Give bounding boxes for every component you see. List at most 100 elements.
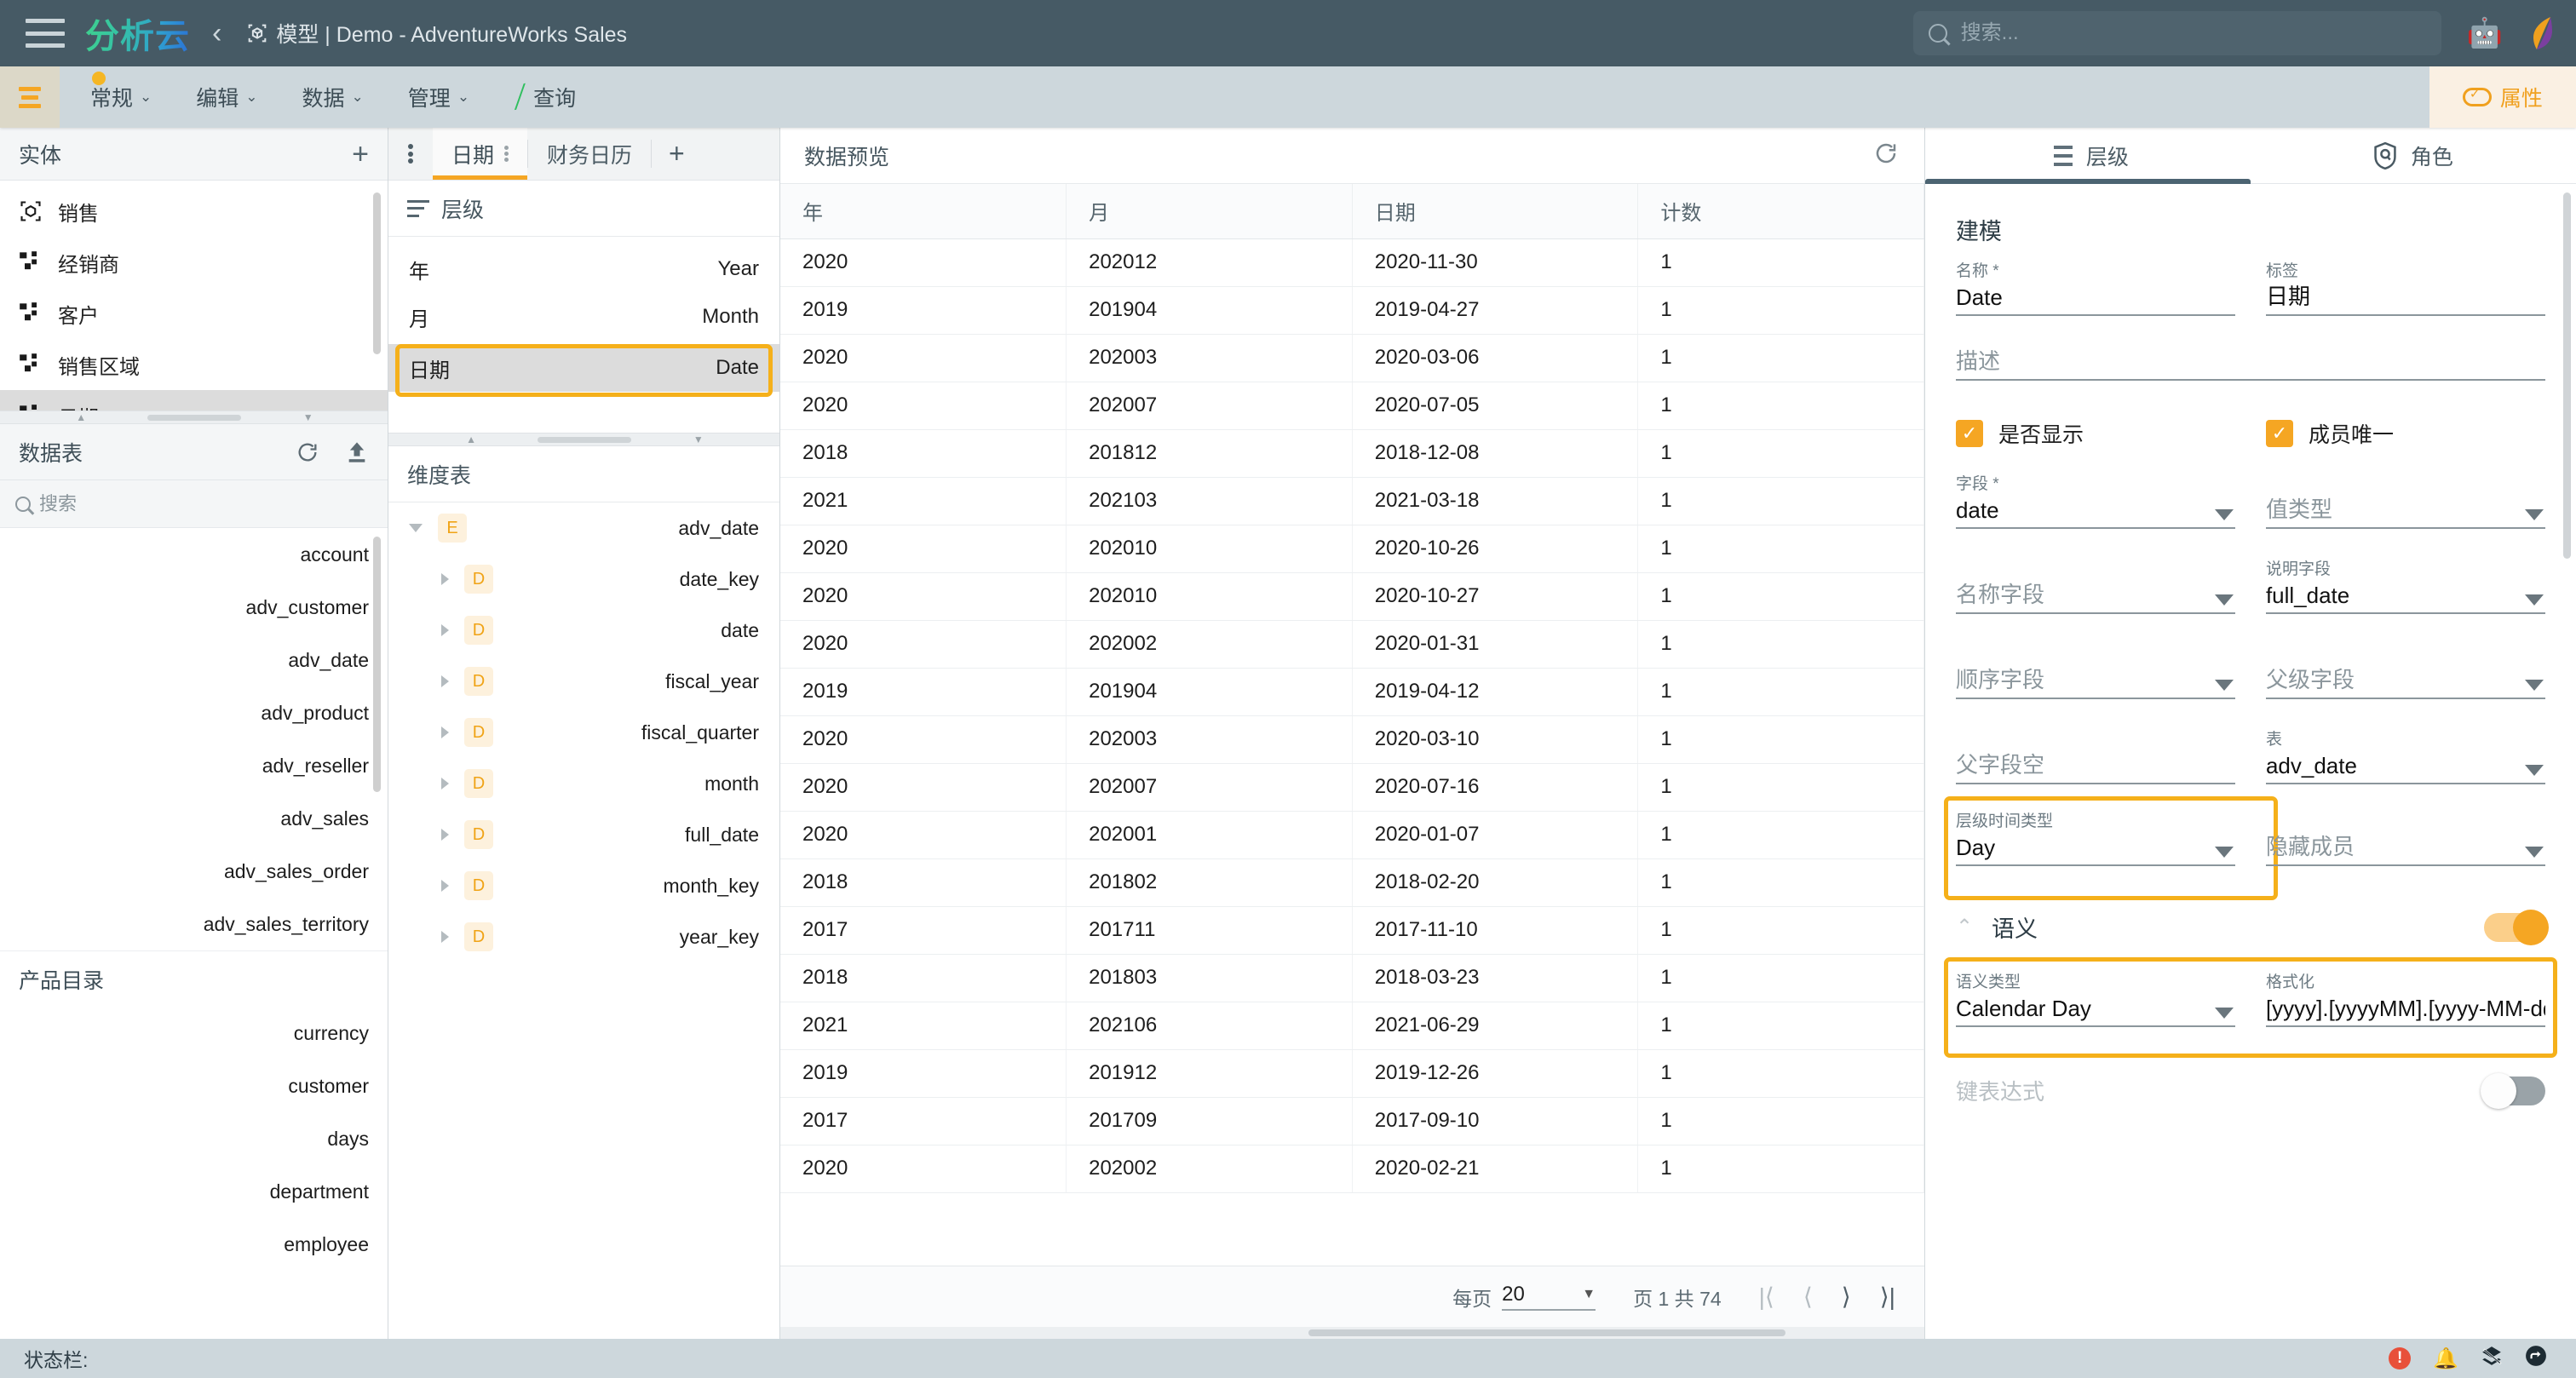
chevron-right-icon[interactable] bbox=[441, 675, 449, 687]
refresh-icon[interactable] bbox=[296, 440, 319, 464]
table-item[interactable]: adv_sales_order bbox=[0, 845, 388, 898]
tables-search-input[interactable] bbox=[39, 493, 372, 515]
last-page-button[interactable]: ⟩| bbox=[1880, 1283, 1895, 1311]
per-page-select[interactable]: 20 ▼ bbox=[1502, 1283, 1596, 1311]
select-hidden-member-value[interactable]: 隐藏成员 bbox=[2266, 829, 2545, 866]
table-item[interactable]: adv_sales_territory bbox=[0, 898, 388, 950]
select-order-field-value[interactable]: 顺序字段 bbox=[1956, 662, 2235, 699]
attributes-tab-button[interactable]: 属性 bbox=[2429, 66, 2576, 128]
table-row[interactable]: 2017 201711 2017-11-10 1 bbox=[780, 906, 1923, 954]
entity-item-customer[interactable]: 客户 bbox=[0, 288, 388, 339]
chevron-right-icon[interactable] bbox=[441, 573, 449, 585]
chevron-right-icon[interactable] bbox=[441, 778, 449, 789]
menu-grip-icon[interactable] bbox=[0, 66, 60, 128]
feather-icon[interactable] bbox=[2528, 15, 2554, 51]
table-row[interactable]: 2020 202010 2020-10-27 1 bbox=[780, 572, 1923, 620]
table-row[interactable]: 2020 202002 2020-02-21 1 bbox=[780, 1145, 1923, 1192]
table-row[interactable]: 2020 202002 2020-01-31 1 bbox=[780, 620, 1923, 668]
dimension-row-year-key[interactable]: D year_key bbox=[388, 911, 779, 962]
tabstrip-more-icon[interactable] bbox=[388, 128, 433, 180]
tab-hierarchy[interactable]: 层级 bbox=[1925, 128, 2251, 183]
select-value-type-value[interactable]: 值类型 bbox=[2266, 491, 2545, 529]
select-order-field[interactable]: 顺序字段 bbox=[1956, 641, 2235, 704]
select-field-value[interactable]: date bbox=[1956, 491, 2235, 529]
dimension-row-full-date[interactable]: D full_date bbox=[388, 809, 779, 860]
field-description[interactable]: 描述 bbox=[1956, 343, 2545, 386]
table-item[interactable]: days bbox=[0, 1112, 388, 1165]
field-parent-null-value[interactable]: 父字段空 bbox=[1956, 747, 2235, 784]
robot-assistant-icon[interactable]: 🤖 bbox=[2467, 19, 2503, 48]
chevron-right-icon[interactable] bbox=[441, 829, 449, 841]
field-format-value[interactable]: [yyyy].[yyyyMM].[yyyy-MM-dd] bbox=[2266, 990, 2545, 1027]
field-description-value[interactable]: 描述 bbox=[1956, 343, 2545, 381]
table-row[interactable]: 2020 202007 2020-07-05 1 bbox=[780, 382, 1923, 429]
semantic-toggle[interactable] bbox=[2484, 913, 2545, 942]
entities-scrollbar[interactable] bbox=[373, 192, 381, 354]
tab-role[interactable]: 角色 bbox=[2251, 128, 2576, 183]
select-semantic-type[interactable]: 语义类型 Calendar Day bbox=[1956, 969, 2235, 1032]
key-expression-toggle[interactable] bbox=[2484, 1077, 2545, 1105]
table-item[interactable]: adv_sales bbox=[0, 792, 388, 845]
error-icon[interactable]: ! bbox=[2389, 1347, 2411, 1369]
table-row[interactable]: 2020 202010 2020-10-26 1 bbox=[780, 525, 1923, 572]
table-row[interactable]: 2020 202003 2020-03-10 1 bbox=[780, 715, 1923, 763]
back-chevron-icon[interactable]: ‹ bbox=[212, 19, 221, 48]
checkbox-icon[interactable]: ✓ bbox=[2266, 420, 2293, 447]
table-row[interactable]: 2020 202003 2020-03-06 1 bbox=[780, 334, 1923, 382]
table-item[interactable]: account bbox=[0, 528, 388, 581]
add-tab-button[interactable]: + bbox=[652, 128, 702, 180]
level-row-date[interactable]: 日期 Date bbox=[388, 344, 779, 392]
select-table-value[interactable]: adv_date bbox=[2266, 747, 2545, 784]
direction-icon[interactable] bbox=[2525, 1345, 2547, 1373]
upload-icon[interactable] bbox=[345, 440, 369, 464]
menu-item-manage[interactable]: 管理 ⌄ bbox=[403, 78, 474, 116]
chevron-right-icon[interactable] bbox=[441, 931, 449, 943]
properties-scrollbar[interactable] bbox=[2563, 192, 2571, 559]
collapse-up-icon[interactable]: ▲ bbox=[466, 433, 476, 445]
select-parent-field[interactable]: 父级字段 bbox=[2266, 641, 2545, 704]
hamburger-menu-icon[interactable] bbox=[26, 19, 65, 48]
entity-item-sales[interactable]: 销售 bbox=[0, 186, 388, 237]
column-header-date[interactable]: 日期 bbox=[1352, 184, 1638, 238]
tab-date[interactable]: 日期 bbox=[433, 128, 527, 180]
dimension-row-fiscal-quarter[interactable]: D fiscal_quarter bbox=[388, 707, 779, 758]
global-search-input[interactable] bbox=[1961, 21, 2426, 45]
select-desc-field-value[interactable]: full_date bbox=[2266, 577, 2545, 614]
key-expression-row[interactable]: 键表达式 bbox=[1956, 1075, 2545, 1106]
entity-item-sales-territory[interactable]: 销售区域 bbox=[0, 339, 388, 390]
select-value-type[interactable]: 值类型 bbox=[2266, 471, 2545, 534]
table-item[interactable]: currency bbox=[0, 1007, 388, 1059]
bell-icon[interactable]: 🔔 bbox=[2433, 1346, 2458, 1371]
field-name-value[interactable]: Date bbox=[1956, 278, 2235, 316]
chevron-up-icon[interactable]: ⌃ bbox=[1956, 915, 1973, 939]
table-item[interactable]: adv_customer bbox=[0, 581, 388, 634]
table-item[interactable]: adv_reseller bbox=[0, 739, 388, 792]
select-table[interactable]: 表 adv_date bbox=[2266, 726, 2545, 789]
checkbox-visible[interactable]: ✓ 是否显示 bbox=[1956, 418, 2235, 449]
select-semantic-type-value[interactable]: Calendar Day bbox=[1956, 990, 2235, 1027]
dimension-row-date-key[interactable]: D date_key bbox=[388, 554, 779, 605]
select-desc-field[interactable]: 说明字段 full_date bbox=[2266, 556, 2545, 619]
prev-page-button[interactable]: ⟨ bbox=[1803, 1283, 1813, 1311]
dimension-row-month-key[interactable]: D month_key bbox=[388, 860, 779, 911]
entity-item-date[interactable]: 日期 bbox=[0, 390, 388, 411]
table-row[interactable]: 2020 202001 2020-01-07 1 bbox=[780, 811, 1923, 858]
refresh-icon[interactable] bbox=[1873, 141, 1899, 170]
select-level-time-type[interactable]: 层级时间类型 Day bbox=[1956, 808, 2235, 871]
splitter-grip[interactable] bbox=[147, 415, 241, 421]
field-tag-value[interactable]: 日期 bbox=[2266, 278, 2545, 316]
chevron-right-icon[interactable] bbox=[441, 624, 449, 636]
tab-fiscal-calendar[interactable]: 财务日历 bbox=[528, 128, 651, 180]
field-parent-null[interactable]: 父字段空 bbox=[1956, 726, 2235, 789]
tab-options-icon[interactable] bbox=[504, 144, 509, 164]
semantic-section-header[interactable]: ⌃ 语义 bbox=[1956, 910, 2545, 944]
scroll-thumb[interactable] bbox=[1308, 1329, 1785, 1336]
menu-item-edit[interactable]: 编辑 ⌄ bbox=[191, 78, 262, 116]
table-row[interactable]: 2018 201802 2018-02-20 1 bbox=[780, 858, 1923, 906]
splitter-grip[interactable] bbox=[538, 437, 631, 443]
table-row[interactable]: 2020 202007 2020-07-16 1 bbox=[780, 763, 1923, 811]
select-level-time-type-value[interactable]: Day bbox=[1956, 829, 2235, 866]
dimension-row-fiscal-year[interactable]: D fiscal_year bbox=[388, 656, 779, 707]
table-item[interactable]: adv_product bbox=[0, 686, 388, 739]
dimension-row-date[interactable]: D date bbox=[388, 605, 779, 656]
